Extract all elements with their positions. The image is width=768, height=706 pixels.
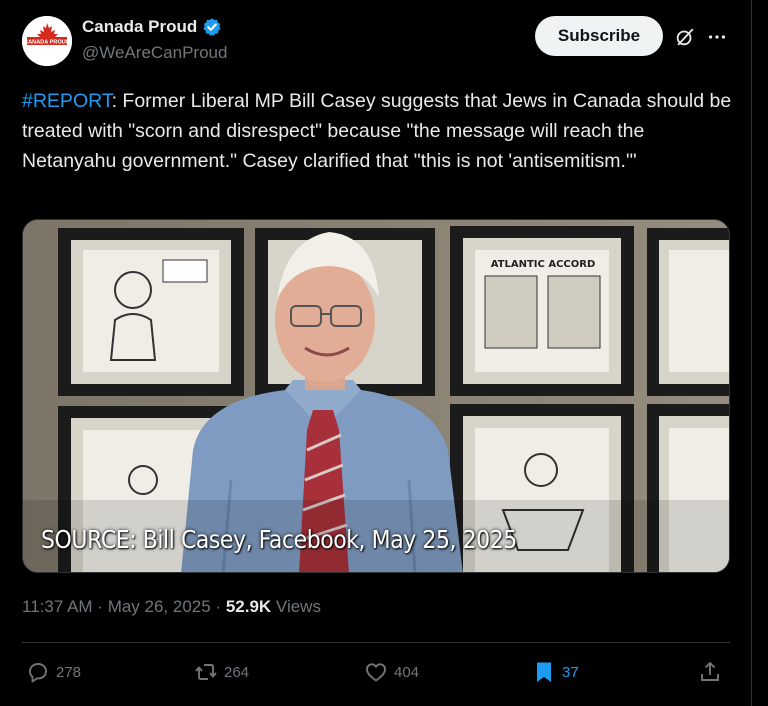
reply-count: 278: [56, 663, 82, 681]
subscribe-button[interactable]: Subscribe: [535, 16, 663, 56]
like-icon: [366, 663, 386, 682]
bookmark-count: 37: [562, 663, 579, 681]
author-name-row[interactable]: Canada Proud: [82, 17, 222, 37]
reply-icon: [29, 663, 47, 683]
tweet-media-image[interactable]: ATLANTIC ACCORD SOURCE: Bill Casey, Face…: [22, 219, 730, 573]
repost-button[interactable]: 264: [194, 655, 249, 689]
meta-separator: ·: [210, 597, 226, 616]
share-button[interactable]: [698, 655, 722, 689]
repost-icon: [195, 664, 217, 680]
share-icon: [701, 662, 719, 681]
author-handle[interactable]: @WeAreCanProud: [82, 43, 227, 63]
tweet-time[interactable]: 11:37 AM: [22, 597, 93, 616]
meta-separator: ·: [92, 597, 108, 616]
repost-count: 264: [224, 663, 250, 681]
reply-button[interactable]: 278: [26, 655, 81, 689]
photo-man-with-framed-cartoons: ATLANTIC ACCORD: [23, 220, 729, 572]
tweet-meta: 11:37 AM · May 26, 2025 · 52.9K Views: [22, 597, 321, 617]
bookmark-icon: [537, 662, 551, 682]
verified-badge-icon: [203, 18, 221, 36]
hashtag-link[interactable]: #REPORT: [22, 90, 112, 112]
tweet-date[interactable]: May 26, 2025: [108, 597, 211, 616]
tweet-body: : Former Liberal MP Bill Casey suggests …: [22, 90, 732, 172]
author-display-name[interactable]: Canada Proud: [82, 17, 197, 37]
tweet-card: CANADA PROUD Canada Proud @WeAreCanProud…: [0, 0, 752, 706]
action-bar: 278 264 404 37: [22, 655, 730, 689]
svg-text:ATLANTIC ACCORD: ATLANTIC ACCORD: [491, 259, 596, 270]
grok-icon[interactable]: [674, 26, 696, 48]
canada-proud-logo: CANADA PROUD: [22, 16, 72, 66]
bookmark-button[interactable]: 37: [532, 655, 579, 689]
divider: [22, 642, 730, 643]
more-icon[interactable]: [706, 26, 728, 48]
avatar[interactable]: CANADA PROUD: [22, 16, 72, 66]
media-caption: SOURCE: Bill Casey, Facebook, May 25, 20…: [41, 525, 517, 554]
like-button[interactable]: 404: [364, 655, 419, 689]
like-count: 404: [394, 663, 420, 681]
views-count: 52.9K: [225, 597, 272, 616]
tweet-text: #REPORT: Former Liberal MP Bill Casey su…: [22, 86, 734, 176]
svg-text:CANADA PROUD: CANADA PROUD: [24, 40, 70, 46]
views-label: Views: [271, 597, 321, 616]
